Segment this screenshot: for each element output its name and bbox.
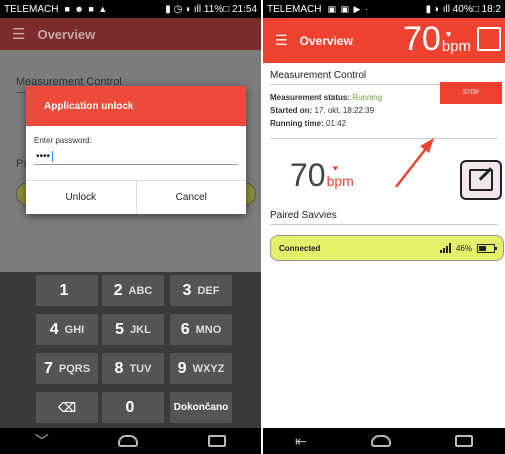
key-6[interactable]: 6 MNO [170,314,232,345]
key-2[interactable]: 2 ABC [102,275,164,306]
heart-rate-display: 70 ♥ bpm [290,158,354,192]
key-5[interactable]: 5 JKL [102,314,164,345]
notification-icons: ■ ☻ ■ ▲ [64,4,109,14]
divider [270,224,498,225]
running-time-value: 01:42 [326,119,347,128]
stop-button[interactable]: STOP [440,82,502,104]
password-input[interactable]: •••• [34,149,238,165]
main-content: Measurement Control Measurement status: … [263,70,505,139]
status-right: ▮ ◗ ıll 40%□ 18:2 [425,3,501,15]
app-bar: ☰ Overview 70 ♥ bpm [263,18,505,63]
key-8[interactable]: 8 TUV [102,353,164,384]
battery-percent: 46% [455,243,472,253]
nav-bar: ⇤ [263,428,505,454]
pen-icon [478,167,493,181]
cancel-button[interactable]: Cancel [135,181,247,214]
dialog-title: Application unlock [26,86,246,126]
connection-state: Connected [279,243,321,253]
status-right: ▮ ◷ ◗ ıll 11%□ 21:54 [165,3,257,15]
edit-button[interactable] [460,160,502,200]
numeric-keyboard: 1 2 ABC 3 DEF 4 GHI 5 JKL 6 MNO 7 PQRS 8 TUV 9W… [0,272,261,428]
status-value: Running [352,93,383,102]
recent-apps-icon[interactable] [454,435,473,447]
key-7[interactable]: 7 PQRS [36,353,98,384]
app-title: Overview [37,26,96,42]
edit-icon [469,167,493,191]
header-bpm-unit: bpm [441,38,472,55]
key-3[interactable]: 3 DEF [170,275,232,306]
key-0[interactable]: 0 [102,392,164,423]
left-screen: TELEMACH ■ ☻ ■ ▲ ▮ ◷ ◗ ıll 11%□ 21:54 ☰ … [0,0,261,454]
battery-icon [477,243,497,253]
backspace-key[interactable]: ⌫ [36,392,98,423]
home-icon[interactable] [118,435,139,447]
backspace-icon: ⌫ [57,399,77,415]
section-title-paired: Paired Savvies [270,210,337,221]
bpm-unit: bpm [326,173,354,189]
key-4[interactable]: 4 GHI [36,314,98,345]
menu-icon[interactable]: ☰ [12,25,25,43]
nav-bar: ﹀ [0,428,261,454]
notification-icons: ▣ ▣ ▶ · [327,3,369,14]
app-title: Overview [299,33,353,48]
key-9[interactable]: 9 WXYZ [170,353,232,384]
running-time-line: Running time: 01:42 [270,119,347,128]
device-status-bar[interactable]: Connected 46% [270,235,504,261]
text-caret [52,151,54,162]
right-screen: TELEMACH ▣ ▣ ▶ · ▮ ◗ ıll 40%□ 18:2 ☰ Ove… [263,0,505,454]
app-bar: ☰ Overview [0,18,261,50]
unlock-dialog: Application unlock Enter password: •••• … [26,86,246,214]
password-value: •••• [36,151,51,162]
back-icon[interactable]: ﹀ [35,431,49,451]
done-key[interactable]: Dokončano [170,392,232,423]
status-bar: TELEMACH ■ ☻ ■ ▲ ▮ ◷ ◗ ıll 11%□ 21:54 [0,0,261,18]
section-title-measurement: Measurement Control [270,70,367,81]
back-icon[interactable]: ⇤ [295,433,307,450]
heart-icon: ♥ [445,29,452,39]
header-heart-rate: 70 ♥ bpm [403,20,471,58]
annotation-arrow [395,138,434,188]
paired-section: Paired Savvies [270,210,498,225]
heart-icon: ♥ [332,163,338,173]
menu-icon[interactable]: ☰ [275,32,288,49]
edit-icon[interactable] [477,27,501,51]
bpm-value: 70 [290,157,326,193]
battery-fill [479,245,487,251]
divider [270,138,498,139]
status-bar: TELEMACH ▣ ▣ ▶ · ▮ ◗ ıll 40%□ 18:2 [263,0,505,18]
carrier-name: TELEMACH [4,3,59,15]
dialog-buttons: Unlock Cancel [26,180,246,214]
recent-apps-icon[interactable] [208,435,227,447]
started-value: 17. okt. 18:22:39 [314,106,375,115]
started-line: Started on: 17. okt. 18:22:39 [270,106,375,115]
home-icon[interactable] [370,435,391,447]
unlock-button[interactable]: Unlock [26,181,136,214]
key-1[interactable]: 1 [36,275,98,306]
signal-icon [439,243,451,253]
carrier-name: TELEMACH [267,3,322,15]
password-label: Enter password: [34,136,92,145]
header-bpm-value: 70 [403,20,441,58]
